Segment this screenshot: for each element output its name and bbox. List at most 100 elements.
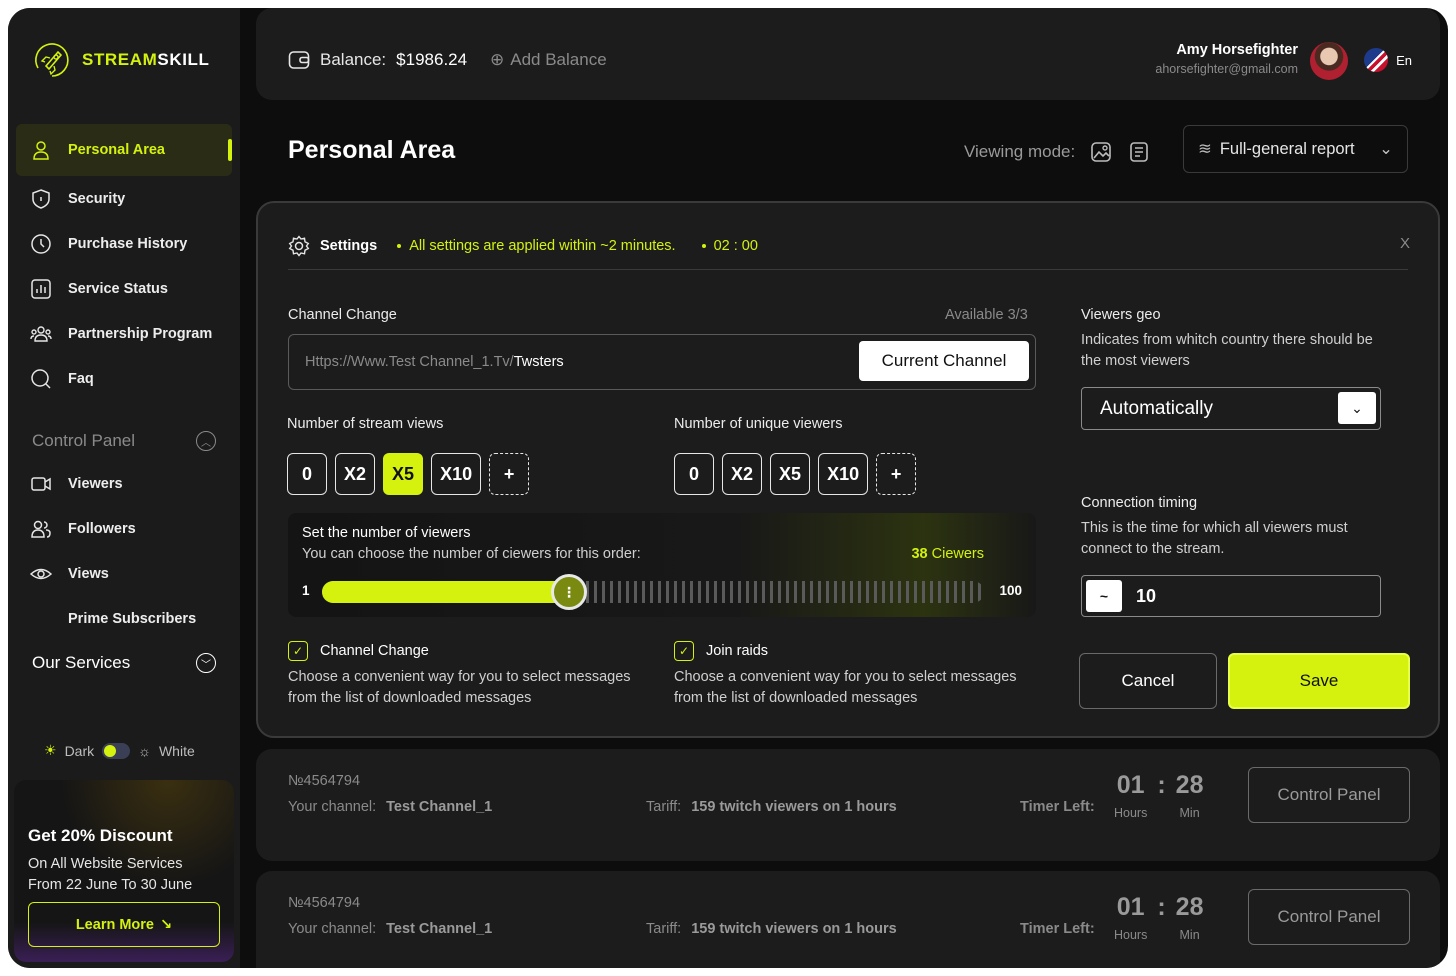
unique-viewers-option[interactable]: X2: [722, 453, 763, 495]
timer-hours: 01: [1116, 893, 1145, 921]
sidebar-item-views[interactable]: Views: [16, 551, 232, 596]
order-number: №4564794: [288, 773, 361, 789]
order-channel-label: Your channel:: [288, 799, 377, 815]
viewers-geo-select[interactable]: Automatically ⌄: [1081, 387, 1381, 430]
sidebar-item-faq[interactable]: Faq: [16, 356, 232, 401]
order-timer-label: Timer Left:: [1020, 799, 1095, 815]
join-raids-desc: Choose a convenient way for you to selec…: [674, 669, 1017, 706]
channel-change-checkbox[interactable]: ✓ Channel Change: [288, 641, 429, 661]
sidebar-item-label: Service Status: [68, 280, 168, 297]
our-services-section-toggle[interactable]: Our Services ﹀: [16, 643, 232, 683]
stream-views-option[interactable]: 0: [287, 453, 327, 495]
available-count: Available 3/3: [945, 307, 1028, 323]
viewers-slider-box: Set the number of viewers You can choose…: [288, 513, 1036, 617]
list-view-icon[interactable]: [1127, 140, 1151, 164]
slider-count: 38 Ciewers: [911, 546, 984, 562]
add-balance-button[interactable]: ⊕ Add Balance: [490, 50, 607, 70]
unique-viewers-add-option[interactable]: +: [876, 453, 917, 495]
learn-more-button[interactable]: Learn More ↘: [28, 902, 220, 947]
language-selector[interactable]: En: [1364, 48, 1412, 72]
image-view-icon[interactable]: [1089, 140, 1113, 164]
language-label: En: [1396, 52, 1412, 68]
timer-hours-label: Hours: [1114, 806, 1148, 820]
order-card: №4564794 Your channel: Test Channel_1 Tar…: [256, 749, 1440, 861]
join-raids-checkbox[interactable]: ✓ Join raids: [674, 641, 768, 661]
sidebar-item-label: Followers: [68, 520, 136, 537]
settings-note-text: All settings are applied within ~2 minut…: [409, 238, 676, 254]
app-window: STREAMSKILL Personal Area Security Purch…: [8, 8, 1448, 968]
sidebar-item-purchase-history[interactable]: Purchase History: [16, 221, 232, 266]
brand-name-rest: SKILL: [157, 50, 210, 69]
promo-line: From 22 June To 30 June: [28, 877, 193, 893]
order-card: №4564794 Your channel: Test Channel_1 Tar…: [256, 871, 1440, 968]
viewers-slider-fill: [322, 581, 569, 603]
unique-viewers-option[interactable]: X5: [770, 453, 811, 495]
stream-views-option[interactable]: X2: [335, 453, 376, 495]
order-timer-label: Timer Left:: [1020, 921, 1095, 937]
sidebar-item-viewers[interactable]: Viewers: [16, 461, 232, 506]
sidebar-item-service-status[interactable]: Service Status: [16, 266, 232, 311]
connection-timing-input[interactable]: ~ 10: [1081, 575, 1381, 617]
sidebar-item-label: Prime Subscribers: [68, 610, 197, 627]
timing-value: 10: [1136, 585, 1157, 606]
sidebar-item-followers[interactable]: Followers: [16, 506, 232, 551]
sidebar-item-personal-area[interactable]: Personal Area: [16, 124, 232, 176]
viewers-slider-track[interactable]: ⋮: [322, 574, 984, 610]
avatar[interactable]: [1310, 42, 1348, 80]
theme-toggle[interactable]: [102, 742, 131, 759]
stream-views-add-option[interactable]: +: [489, 453, 530, 495]
order-channel-value: Test Channel_1: [386, 799, 493, 815]
channel-change-check-label: Channel Change: [320, 643, 429, 659]
promo-title: Get 20% Discount: [28, 826, 173, 845]
timer-separator: :: [1157, 771, 1166, 799]
plus-circle-icon: ⊕: [490, 50, 505, 69]
unique-viewers-options: 0 X2 X5 X10 +: [674, 453, 917, 495]
user-info[interactable]: Amy Horsefighter ahorsefighter@gmail.com: [1155, 42, 1298, 76]
checkmark-icon: ✓: [674, 641, 694, 661]
sidebar-item-label: Viewers: [68, 475, 123, 492]
sidebar-item-label: Partnership Program: [68, 325, 213, 342]
discount-promo-card: Get 20% Discount On All Website Services…: [14, 780, 234, 962]
sidebar-item-security[interactable]: Security: [16, 176, 232, 221]
camera-icon: [31, 476, 51, 491]
close-button[interactable]: X: [1400, 235, 1410, 252]
order-tariff-value: 159 twitch viewers on 1 hours: [691, 799, 897, 815]
chart-icon: [31, 278, 51, 299]
control-panel-title: Control Panel: [32, 431, 136, 450]
control-panel-section-toggle[interactable]: Control Panel ︿: [16, 421, 232, 461]
settings-panel: Settings All settings are applied within…: [256, 201, 1440, 738]
stream-views-option-selected[interactable]: X5: [383, 453, 424, 495]
settings-timer-text: 02 : 00: [713, 238, 758, 254]
stream-views-options: 0 X2 X5 X10 +: [287, 453, 530, 495]
sidebar-item-label: Security: [68, 190, 126, 207]
balance-label: Balance:: [320, 50, 387, 69]
sidebar-item-partnership-program[interactable]: Partnership Program: [16, 311, 232, 356]
theme-dark-label: Dark: [64, 742, 95, 759]
stream-views-option[interactable]: X10: [431, 453, 482, 495]
sidebar-item-prime-subscribers[interactable]: Prime Subscribers: [16, 596, 232, 641]
sidebar: STREAMSKILL Personal Area Security Purch…: [8, 8, 240, 968]
viewers-slider-handle[interactable]: ⋮: [551, 574, 587, 610]
slider-count-number: 38: [911, 546, 928, 562]
cancel-button[interactable]: Cancel: [1079, 653, 1217, 709]
settings-title: Settings: [320, 238, 378, 254]
sun-icon: ☀: [44, 742, 57, 758]
order-channel: Your channel: Test Channel_1: [288, 799, 492, 815]
sidebar-item-label: Faq: [68, 370, 94, 387]
channel-url-input[interactable]: Https://Www.Test Channel_1.Tv/Twsters Cu…: [288, 334, 1036, 390]
order-control-panel-button[interactable]: Control Panel: [1248, 767, 1410, 823]
order-control-panel-button[interactable]: Control Panel: [1248, 889, 1410, 945]
channel-url-prefix: Https://Www.Test Channel_1.Tv/: [305, 354, 514, 370]
unique-viewers-option[interactable]: 0: [674, 453, 714, 495]
timer-hours: 01: [1116, 771, 1145, 799]
divider: [288, 269, 1408, 270]
channel-change-label: Channel Change: [288, 307, 397, 323]
unique-viewers-option[interactable]: X10: [818, 453, 869, 495]
unique-viewers-label: Number of unique viewers: [674, 416, 843, 432]
current-channel-button[interactable]: Current Channel: [859, 341, 1029, 381]
brand-logo[interactable]: STREAMSKILL: [30, 38, 210, 82]
user-email: ahorsefighter@gmail.com: [1155, 62, 1298, 76]
save-button[interactable]: Save: [1228, 653, 1410, 709]
report-dropdown[interactable]: ≋ Full-general report ⌄: [1183, 125, 1408, 173]
slider-subtitle: You can choose the number of ciewers for…: [302, 546, 641, 562]
